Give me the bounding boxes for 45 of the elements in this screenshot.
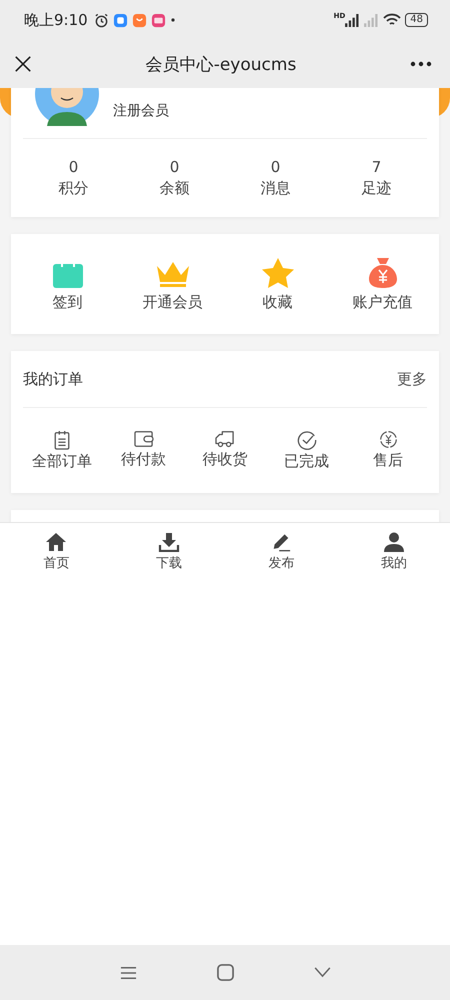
order-status-item[interactable]: 售后 bbox=[349, 430, 427, 471]
wallet-icon bbox=[134, 430, 154, 448]
home-icon bbox=[45, 532, 68, 552]
shortcut-item[interactable]: 开通会员 bbox=[122, 256, 222, 312]
shortcut-item[interactable]: 账户充值 bbox=[332, 256, 432, 312]
home-button-icon[interactable] bbox=[216, 964, 234, 981]
more-link[interactable]: 更多 bbox=[397, 370, 427, 388]
tab-item[interactable]: 发布 bbox=[251, 532, 312, 572]
signal-icon bbox=[345, 14, 360, 26]
back-icon[interactable] bbox=[314, 967, 330, 978]
clipboard-icon bbox=[53, 430, 71, 450]
section-title: 我的订单 bbox=[23, 370, 83, 388]
status-time: 晚上9:10 bbox=[24, 10, 88, 30]
stat-item[interactable]: 0 积分 bbox=[34, 157, 114, 199]
pen-icon bbox=[271, 532, 292, 552]
tab-item[interactable]: 首页 bbox=[26, 532, 86, 572]
menu-icon[interactable] bbox=[120, 966, 136, 980]
tab-item[interactable]: 我的 bbox=[364, 532, 424, 572]
shortcut-item[interactable]: 收藏 bbox=[228, 256, 328, 312]
app-icon bbox=[132, 12, 147, 28]
signal-icon bbox=[364, 14, 380, 26]
member-level: 注册会员 bbox=[113, 102, 169, 120]
close-icon[interactable] bbox=[14, 55, 32, 73]
order-status-item[interactable]: 待收货 bbox=[186, 430, 264, 471]
check-circle-icon bbox=[296, 430, 316, 450]
yen-circle-icon bbox=[378, 430, 398, 449]
order-status-item[interactable]: 全部订单 bbox=[23, 430, 101, 471]
user-icon bbox=[382, 532, 405, 552]
shortcut-item[interactable]: 签到 bbox=[18, 256, 118, 312]
dot-icon bbox=[170, 17, 176, 23]
truck-icon bbox=[215, 430, 235, 448]
app-icon bbox=[150, 12, 166, 28]
order-status-item[interactable]: 待付款 bbox=[104, 430, 182, 471]
page-title: 会员中心-eyoucms bbox=[146, 54, 296, 76]
tab-item[interactable]: 下载 bbox=[138, 532, 199, 572]
more-icon[interactable] bbox=[410, 61, 432, 67]
app-icon bbox=[112, 12, 128, 28]
download-icon bbox=[158, 532, 180, 552]
stat-item[interactable]: 0 消息 bbox=[236, 157, 316, 199]
stat-item[interactable]: 7 足迹 bbox=[336, 157, 416, 199]
wifi-icon bbox=[383, 13, 402, 27]
order-status-item[interactable]: 已完成 bbox=[268, 430, 346, 471]
stat-item[interactable]: 0 余额 bbox=[134, 157, 214, 199]
alarm-clock-icon bbox=[94, 12, 109, 28]
battery-indicator: 48 bbox=[405, 13, 428, 27]
